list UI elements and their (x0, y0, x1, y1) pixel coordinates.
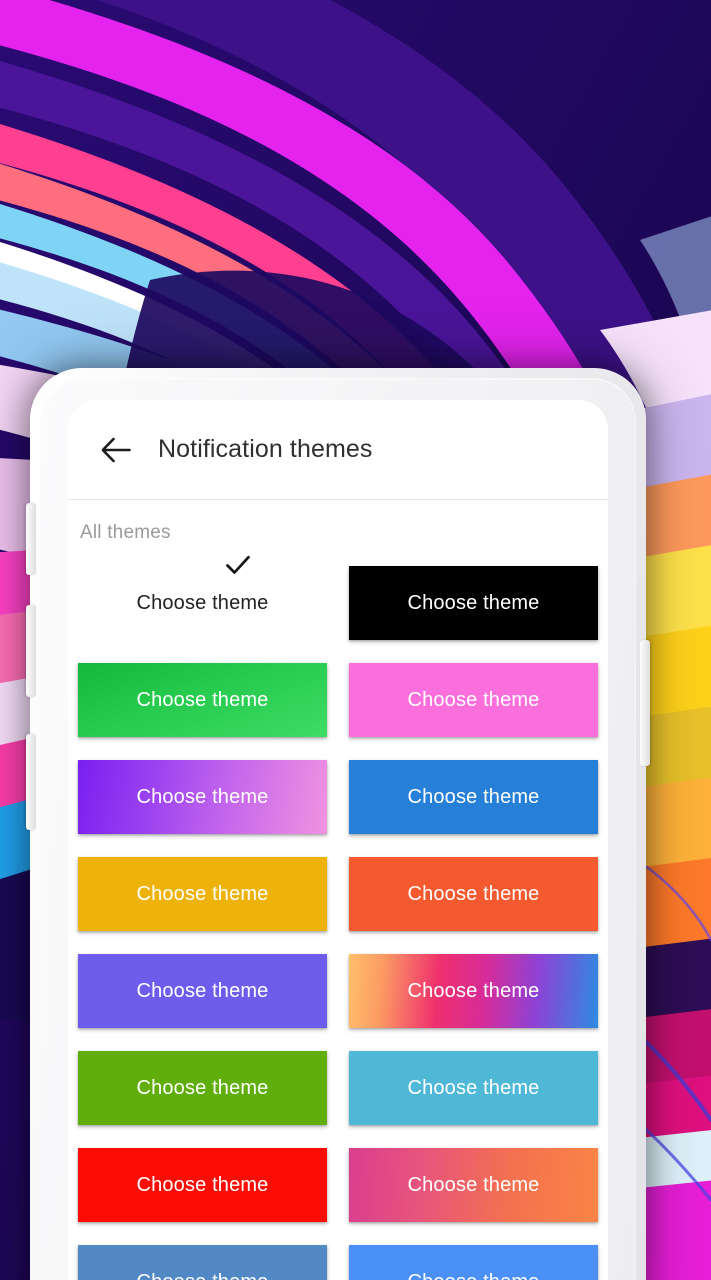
bixby-button[interactable] (26, 734, 36, 830)
page-title: Notification themes (158, 435, 373, 463)
theme-cell: Choose theme (78, 748, 327, 845)
theme-cell: Choose theme (78, 942, 327, 1039)
theme-purple-pink-gradient[interactable]: Choose theme (78, 759, 327, 834)
theme-cell: Choose theme (78, 554, 327, 651)
theme-choose-label: Choose theme (407, 1173, 540, 1196)
theme-cell: Choose theme (78, 1039, 327, 1136)
theme-cell: Choose theme (78, 1136, 327, 1233)
theme-cell: Choose theme (349, 748, 598, 845)
phone-screen: Notification themes All themes Choose th… (68, 400, 608, 1280)
selected-check-icon (225, 554, 251, 576)
theme-choose-label: Choose theme (136, 785, 269, 808)
theme-cell: Choose theme (78, 845, 327, 942)
theme-grid: Choose theme Choose theme Choose theme Choo… (68, 554, 608, 1280)
theme-cell: Choose theme (349, 651, 598, 748)
theme-default-white[interactable]: Choose theme (78, 555, 327, 640)
theme-pink-orange-gradient[interactable]: Choose theme (349, 1147, 598, 1222)
theme-choose-label: Choose theme (136, 979, 269, 1002)
theme-violet[interactable]: Choose theme (78, 953, 327, 1028)
theme-green[interactable]: Choose theme (78, 662, 327, 737)
theme-choose-label: Choose theme (136, 882, 269, 905)
theme-teal[interactable]: Choose theme (349, 1050, 598, 1125)
back-button[interactable] (94, 428, 138, 472)
theme-choose-label: Choose theme (408, 1272, 540, 1280)
theme-cell: Choose theme (78, 1233, 327, 1280)
theme-cell: Choose theme (349, 1233, 598, 1280)
theme-cell: Choose theme (349, 1136, 598, 1233)
theme-choose-label: Choose theme (407, 882, 540, 905)
theme-choose-label: Choose theme (407, 591, 540, 614)
volume-down-button[interactable] (26, 605, 36, 697)
theme-amber[interactable]: Choose theme (78, 856, 327, 931)
arrow-left-icon (101, 437, 131, 462)
section-header-all-themes: All themes (80, 522, 171, 543)
theme-black[interactable]: Choose theme (349, 565, 598, 640)
theme-sunset-gradient[interactable]: Choose theme (349, 953, 598, 1028)
theme-blue[interactable]: Choose theme (349, 759, 598, 834)
theme-bright-blue[interactable]: Choose theme (349, 1244, 598, 1280)
check-icon (225, 555, 250, 574)
theme-steel-blue[interactable]: Choose theme (78, 1244, 327, 1280)
theme-choose-label: Choose theme (136, 591, 269, 614)
theme-choose-label: Choose theme (136, 688, 269, 711)
theme-cell: Choose theme (349, 845, 598, 942)
theme-choose-label: Choose theme (407, 1076, 540, 1099)
theme-choose-label: Choose theme (407, 785, 540, 808)
theme-cell: Choose theme (349, 554, 598, 651)
theme-cell: Choose theme (349, 1039, 598, 1136)
theme-cell: Choose theme (349, 942, 598, 1039)
theme-choose-label: Choose theme (136, 1173, 269, 1196)
theme-leaf-green[interactable]: Choose theme (78, 1050, 327, 1125)
power-button[interactable] (640, 640, 650, 766)
theme-pink[interactable]: Choose theme (349, 662, 598, 737)
theme-choose-label: Choose theme (407, 688, 540, 711)
content-area: All themes Choose theme Choose theme Choos… (68, 500, 608, 1280)
phone-device-frame: Notification themes All themes Choose th… (26, 368, 650, 1280)
theme-orange-red[interactable]: Choose theme (349, 856, 598, 931)
theme-choose-label: Choose theme (407, 979, 540, 1002)
app-bar: Notification themes (68, 400, 608, 500)
theme-choose-label: Choose theme (136, 1076, 269, 1099)
theme-choose-label: Choose theme (137, 1272, 269, 1280)
theme-cell: Choose theme (78, 651, 327, 748)
volume-up-button[interactable] (26, 503, 36, 575)
theme-red[interactable]: Choose theme (78, 1147, 327, 1222)
